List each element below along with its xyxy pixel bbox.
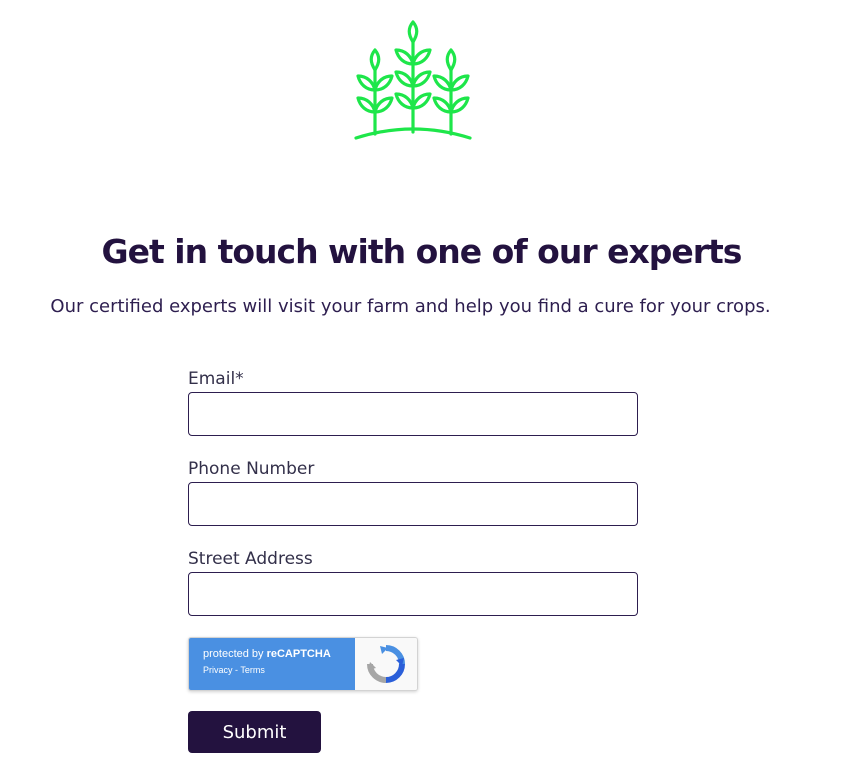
street-address-label: Street Address bbox=[188, 549, 313, 569]
email-field[interactable] bbox=[188, 392, 638, 436]
phone-label: Phone Number bbox=[188, 459, 315, 479]
recaptcha-prefix: protected by bbox=[203, 648, 267, 660]
street-address-field[interactable] bbox=[188, 572, 638, 616]
recaptcha-privacy-link[interactable]: Privacy bbox=[203, 665, 233, 675]
submit-button[interactable]: Submit bbox=[188, 711, 321, 753]
recaptcha-icon bbox=[367, 645, 405, 683]
email-label: Email* bbox=[188, 369, 244, 389]
wheat-plants-icon bbox=[354, 20, 472, 140]
phone-number-field[interactable] bbox=[188, 482, 638, 526]
phone-field-group: Phone Number bbox=[188, 456, 638, 526]
logo bbox=[350, 20, 476, 144]
page-title: Get in touch with one of our experts bbox=[101, 232, 743, 271]
email-field-group: Email* bbox=[188, 366, 638, 436]
recaptcha-brand: reCAPTCHA bbox=[266, 648, 331, 660]
street-field-group: Street Address bbox=[188, 546, 638, 616]
page-subtitle: Our certified experts will visit your fa… bbox=[50, 296, 771, 317]
recaptcha-badge[interactable]: protected by reCAPTCHA Privacy - Terms bbox=[188, 637, 418, 691]
recaptcha-text: protected by reCAPTCHA Privacy - Terms bbox=[189, 638, 355, 690]
recaptcha-terms-link[interactable]: Terms bbox=[240, 665, 265, 675]
contact-form: Email* Phone Number Street Address bbox=[188, 366, 638, 636]
